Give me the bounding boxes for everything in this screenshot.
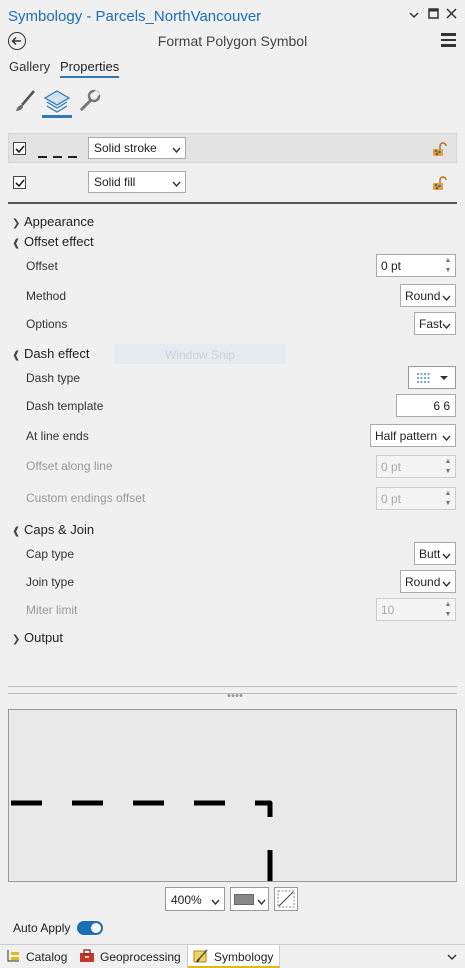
close-icon[interactable] <box>443 7 459 22</box>
spinner: ▲ ▼ <box>444 458 452 475</box>
format-header: Format Polygon Symbol <box>0 30 465 52</box>
dash-type-label: Dash type <box>26 371 81 385</box>
chevron-down-icon: ❰ <box>12 350 21 361</box>
join-type-dropdown[interactable]: Round <box>400 570 456 593</box>
zoom-dropdown[interactable]: 400% <box>165 887 225 911</box>
color-swatch <box>234 894 254 905</box>
spinner: ▲ ▼ <box>444 601 452 618</box>
section-offset-effect[interactable]: ❰ Offset effect <box>12 234 94 249</box>
offset-label: Offset <box>26 259 58 273</box>
paintbrush-icon[interactable] <box>12 88 42 118</box>
chevron-down-icon <box>442 318 451 332</box>
symbol-layers-list: Solid stroke Solid fill <box>8 133 457 197</box>
chevron-down-icon <box>442 576 451 590</box>
custom-endings-input: 0 pt ▲ ▼ <box>376 487 456 510</box>
no-fill-toggle-button[interactable] <box>274 887 298 911</box>
title-bar: Symbology - Parcels_NorthVancouver <box>0 0 465 32</box>
menu-icon[interactable] <box>441 33 456 47</box>
chevron-right-icon: ❯ <box>12 634 21 645</box>
section-dash-effect[interactable]: ❰ Dash effect <box>12 346 90 361</box>
format-title: Format Polygon Symbol <box>157 33 308 49</box>
miter-limit-label: Miter limit <box>26 603 78 617</box>
cap-type-label: Cap type <box>26 547 75 561</box>
symbol-preview <box>8 709 457 882</box>
maximize-icon[interactable] <box>425 7 441 22</box>
chevron-down-icon <box>442 290 451 304</box>
line-ends-dropdown[interactable]: Half pattern <box>370 424 456 447</box>
symbology-brush-icon <box>193 949 209 966</box>
section-caps-join[interactable]: ❰ Caps & Join <box>12 522 94 537</box>
cap-type-dropdown[interactable]: Butt <box>414 542 456 565</box>
pane-splitter-lower <box>8 693 457 694</box>
layer-row-stroke[interactable]: Solid stroke <box>8 133 457 163</box>
section-appearance[interactable]: ❯ Appearance <box>12 214 94 229</box>
layer-type-dropdown[interactable]: Solid fill <box>88 171 186 193</box>
layers-divider <box>8 202 457 204</box>
section-output[interactable]: ❯ Output <box>12 630 63 645</box>
chevron-down-icon: ❰ <box>12 238 21 249</box>
layer-row-fill[interactable]: Solid fill <box>8 167 457 197</box>
chevron-down-icon: ❰ <box>12 526 21 537</box>
tab-catalog[interactable]: Catalog <box>0 945 73 968</box>
catalog-icon <box>5 949 21 966</box>
chevron-down-icon <box>442 548 451 562</box>
splitter-grip-icon[interactable] <box>227 687 243 701</box>
options-dropdown[interactable]: Fast <box>414 312 456 335</box>
chevron-down-icon <box>211 894 220 908</box>
offset-along-input: 0 pt ▲ ▼ <box>376 455 456 478</box>
offset-input[interactable]: 0 pt ▲ ▼ <box>376 254 456 277</box>
chevron-down-icon <box>257 894 266 908</box>
join-type-label: Join type <box>26 575 75 589</box>
tab-geoprocessing[interactable]: Geoprocessing <box>74 945 187 968</box>
dock-tabs: Catalog Geoprocessing Symbology <box>0 944 465 968</box>
chevron-down-icon <box>442 430 451 444</box>
layer-type-value: Solid stroke <box>94 141 157 155</box>
lock-icon[interactable] <box>432 141 448 160</box>
method-dropdown[interactable]: Round <box>400 284 456 307</box>
offset-along-label: Offset along line <box>26 459 113 473</box>
stroke-dash-preview <box>38 148 78 162</box>
dash-template-label: Dash template <box>26 399 104 413</box>
line-ends-label: At line ends <box>26 429 89 443</box>
spinner: ▲ ▼ <box>444 490 452 507</box>
layer-type-value: Solid fill <box>94 175 136 189</box>
wrench-icon[interactable] <box>76 88 106 118</box>
custom-endings-label: Custom endings offset <box>26 491 146 505</box>
layers-icon[interactable] <box>42 88 72 118</box>
auto-apply-label: Auto Apply <box>13 921 71 935</box>
method-label: Method <box>26 289 67 303</box>
lock-icon[interactable] <box>432 175 448 194</box>
window-snip-overlay: Window Snip <box>114 344 286 364</box>
dashed-outline-preview <box>11 800 273 881</box>
tab-properties[interactable]: Properties <box>60 59 120 78</box>
miter-limit-input: 10 ▲ ▼ <box>376 598 456 621</box>
pane-title: Symbology - Parcels_NorthVancouver <box>8 8 262 25</box>
chevron-down-icon <box>172 176 181 190</box>
layer-visibility-checkbox[interactable] <box>13 176 26 189</box>
auto-apply-toggle[interactable] <box>77 921 103 935</box>
chevron-right-icon: ❯ <box>12 218 21 229</box>
spinner[interactable]: ▲ ▼ <box>443 256 453 276</box>
tab-gallery[interactable]: Gallery <box>9 59 50 74</box>
dash-template-input[interactable]: 6 6 <box>396 394 456 417</box>
chevron-down-icon <box>172 142 181 156</box>
layer-type-dropdown[interactable]: Solid stroke <box>88 137 186 159</box>
chevron-down-icon[interactable] <box>447 950 457 964</box>
options-chevron-icon[interactable] <box>406 7 422 22</box>
options-label: Options <box>26 317 68 331</box>
tab-symbology[interactable]: Symbology <box>187 945 281 968</box>
dash-type-picker[interactable] <box>408 366 456 389</box>
background-color-picker[interactable] <box>230 887 269 911</box>
layer-visibility-checkbox[interactable] <box>13 142 26 155</box>
toolbox-icon <box>79 949 95 966</box>
